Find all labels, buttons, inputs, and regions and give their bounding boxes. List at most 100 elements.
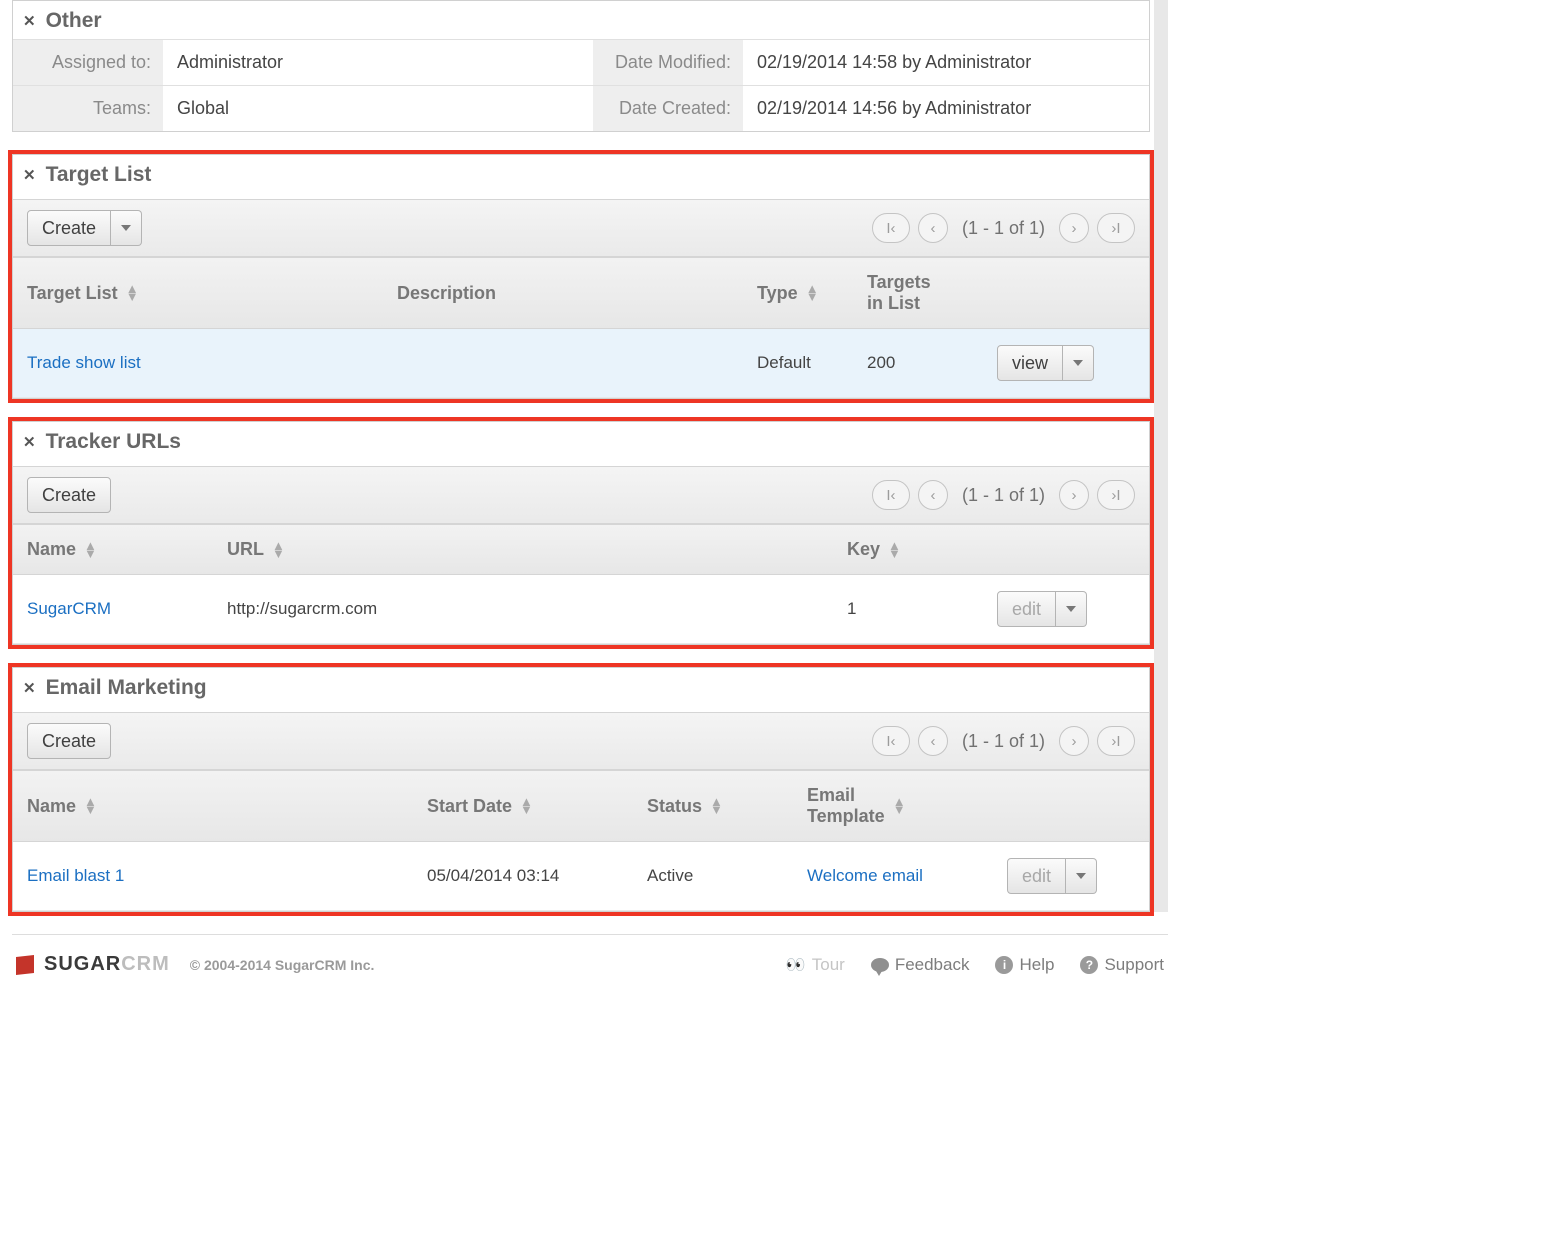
col-name[interactable]: Name▲▼ <box>27 539 227 560</box>
cell-type: Default <box>757 353 867 373</box>
label-assigned: Assigned to: <box>13 40 163 85</box>
col-target-list[interactable]: Target List▲▼ <box>27 272 397 314</box>
sort-icon: ▲▼ <box>893 798 906 814</box>
tracker-columns: Name▲▼ URL▲▼ Key▲▼ <box>13 524 1149 575</box>
panel-other-title: Other <box>46 9 102 33</box>
row-action-dropdown[interactable] <box>1066 858 1097 894</box>
sort-icon: ▲▼ <box>84 798 97 814</box>
binoculars-icon: 👀 <box>786 955 806 975</box>
pager-last-icon[interactable]: ›I <box>1097 213 1135 243</box>
brand: SUGARCRM © 2004-2014 SugarCRM Inc. <box>16 953 374 976</box>
col-type[interactable]: Type▲▼ <box>757 272 867 314</box>
sort-icon: ▲▼ <box>888 542 901 558</box>
pager-first-icon[interactable]: I‹ <box>872 726 910 756</box>
row-action-group: edit <box>1007 858 1135 894</box>
row-action-group: edit <box>997 591 1135 627</box>
link-trade-show-list[interactable]: Trade show list <box>27 353 141 372</box>
cell-start-date: 05/04/2014 03:14 <box>427 866 647 886</box>
email-columns: Name▲▼ Start Date▲▼ Status▲▼ Email Templ… <box>13 770 1149 842</box>
pager-prev-icon[interactable]: ‹ <box>918 480 948 510</box>
footer-support[interactable]: ?Support <box>1080 955 1164 975</box>
panel-target-list: ✕ Target List Create I‹ ‹ (1 - 1 of 1) ›… <box>12 154 1150 399</box>
pager: I‹ ‹ (1 - 1 of 1) › ›I <box>872 213 1135 243</box>
col-status[interactable]: Status▲▼ <box>647 785 807 827</box>
footer-help[interactable]: iHelp <box>995 955 1054 975</box>
collapse-icon: ✕ <box>23 679 36 697</box>
pager-text: (1 - 1 of 1) <box>956 485 1051 506</box>
val-teams: Global <box>163 86 593 131</box>
col-name[interactable]: Name▲▼ <box>27 785 427 827</box>
pager-first-icon[interactable]: I‹ <box>872 480 910 510</box>
logo-icon <box>16 955 34 975</box>
cell-key: 1 <box>847 599 997 619</box>
panel-other: ✕ Other Assigned to: Administrator Date … <box>12 0 1150 132</box>
panel-tracker-header[interactable]: ✕ Tracker URLs <box>13 422 1149 460</box>
pager-last-icon[interactable]: ›I <box>1097 480 1135 510</box>
panel-title: Target List <box>46 163 152 187</box>
create-button[interactable]: Create <box>27 210 111 246</box>
question-icon: ? <box>1080 956 1098 974</box>
panel-tracker-urls: ✕ Tracker URLs Create I‹ ‹ (1 - 1 of 1) … <box>12 421 1150 645</box>
pager-prev-icon[interactable]: ‹ <box>918 726 948 756</box>
collapse-icon: ✕ <box>23 166 36 184</box>
pager: I‹ ‹ (1 - 1 of 1) › ›I <box>872 726 1135 756</box>
brand-crm: CRM <box>121 953 170 975</box>
edit-button[interactable]: edit <box>1007 858 1066 894</box>
row-action-dropdown[interactable] <box>1063 345 1094 381</box>
view-button[interactable]: view <box>997 345 1063 381</box>
col-url[interactable]: URL▲▼ <box>227 539 847 560</box>
edit-button[interactable]: edit <box>997 591 1056 627</box>
brand-sugar: SUGAR <box>44 953 121 975</box>
pager-next-icon[interactable]: › <box>1059 213 1089 243</box>
create-button-dropdown[interactable] <box>111 210 142 246</box>
label-modified: Date Modified: <box>593 40 743 85</box>
pager-next-icon[interactable]: › <box>1059 726 1089 756</box>
email-toolbar: Create I‹ ‹ (1 - 1 of 1) › ›I <box>13 712 1149 770</box>
create-button[interactable]: Create <box>27 723 111 759</box>
row-teams: Teams: Global Date Created: 02/19/2014 1… <box>13 85 1149 131</box>
sort-icon: ▲▼ <box>272 542 285 558</box>
pager: I‹ ‹ (1 - 1 of 1) › ›I <box>872 480 1135 510</box>
info-icon: i <box>995 956 1013 974</box>
footer: SUGARCRM © 2004-2014 SugarCRM Inc. 👀Tour… <box>12 934 1168 1000</box>
col-email-template[interactable]: Email Template▲▼ <box>807 785 1007 827</box>
panel-email-header[interactable]: ✕ Email Marketing <box>13 668 1149 706</box>
pager-text: (1 - 1 of 1) <box>956 731 1051 752</box>
row-action-group: view <box>997 345 1135 381</box>
sort-icon: ▲▼ <box>520 798 533 814</box>
pager-prev-icon[interactable]: ‹ <box>918 213 948 243</box>
val-created: 02/19/2014 14:56 by Administrator <box>743 86 1149 131</box>
table-row: SugarCRM http://sugarcrm.com 1 edit <box>13 575 1149 644</box>
row-assigned: Assigned to: Administrator Date Modified… <box>13 39 1149 85</box>
speech-icon <box>871 958 889 972</box>
sort-icon: ▲▼ <box>806 285 819 301</box>
row-action-dropdown[interactable] <box>1056 591 1087 627</box>
link-email-blast[interactable]: Email blast 1 <box>27 866 124 885</box>
pager-last-icon[interactable]: ›I <box>1097 726 1135 756</box>
create-button[interactable]: Create <box>27 477 111 513</box>
col-targets-in-list[interactable]: Targets in List <box>867 272 997 314</box>
pager-next-icon[interactable]: › <box>1059 480 1089 510</box>
footer-links: 👀Tour Feedback iHelp ?Support <box>786 955 1164 975</box>
col-description[interactable]: Description <box>397 272 757 314</box>
panel-title: Email Marketing <box>46 676 207 700</box>
target-list-toolbar: Create I‹ ‹ (1 - 1 of 1) › ›I <box>13 199 1149 257</box>
pager-first-icon[interactable]: I‹ <box>872 213 910 243</box>
sort-icon: ▲▼ <box>126 285 139 301</box>
val-modified: 02/19/2014 14:58 by Administrator <box>743 40 1149 85</box>
col-key[interactable]: Key▲▼ <box>847 539 997 560</box>
tracker-toolbar: Create I‹ ‹ (1 - 1 of 1) › ›I <box>13 466 1149 524</box>
footer-feedback[interactable]: Feedback <box>871 955 970 975</box>
copyright: © 2004-2014 SugarCRM Inc. <box>190 957 375 973</box>
panel-email-marketing: ✕ Email Marketing Create I‹ ‹ (1 - 1 of … <box>12 667 1150 912</box>
panel-target-list-header[interactable]: ✕ Target List <box>13 155 1149 193</box>
sort-icon: ▲▼ <box>710 798 723 814</box>
panel-other-header[interactable]: ✕ Other <box>13 1 1149 39</box>
link-welcome-email[interactable]: Welcome email <box>807 866 923 885</box>
create-button-group: Create <box>27 210 142 246</box>
table-row: Trade show list Default 200 view <box>13 329 1149 398</box>
pager-text: (1 - 1 of 1) <box>956 218 1051 239</box>
link-sugarcrm[interactable]: SugarCRM <box>27 599 111 618</box>
footer-tour[interactable]: 👀Tour <box>786 955 845 975</box>
col-start-date[interactable]: Start Date▲▼ <box>427 785 647 827</box>
